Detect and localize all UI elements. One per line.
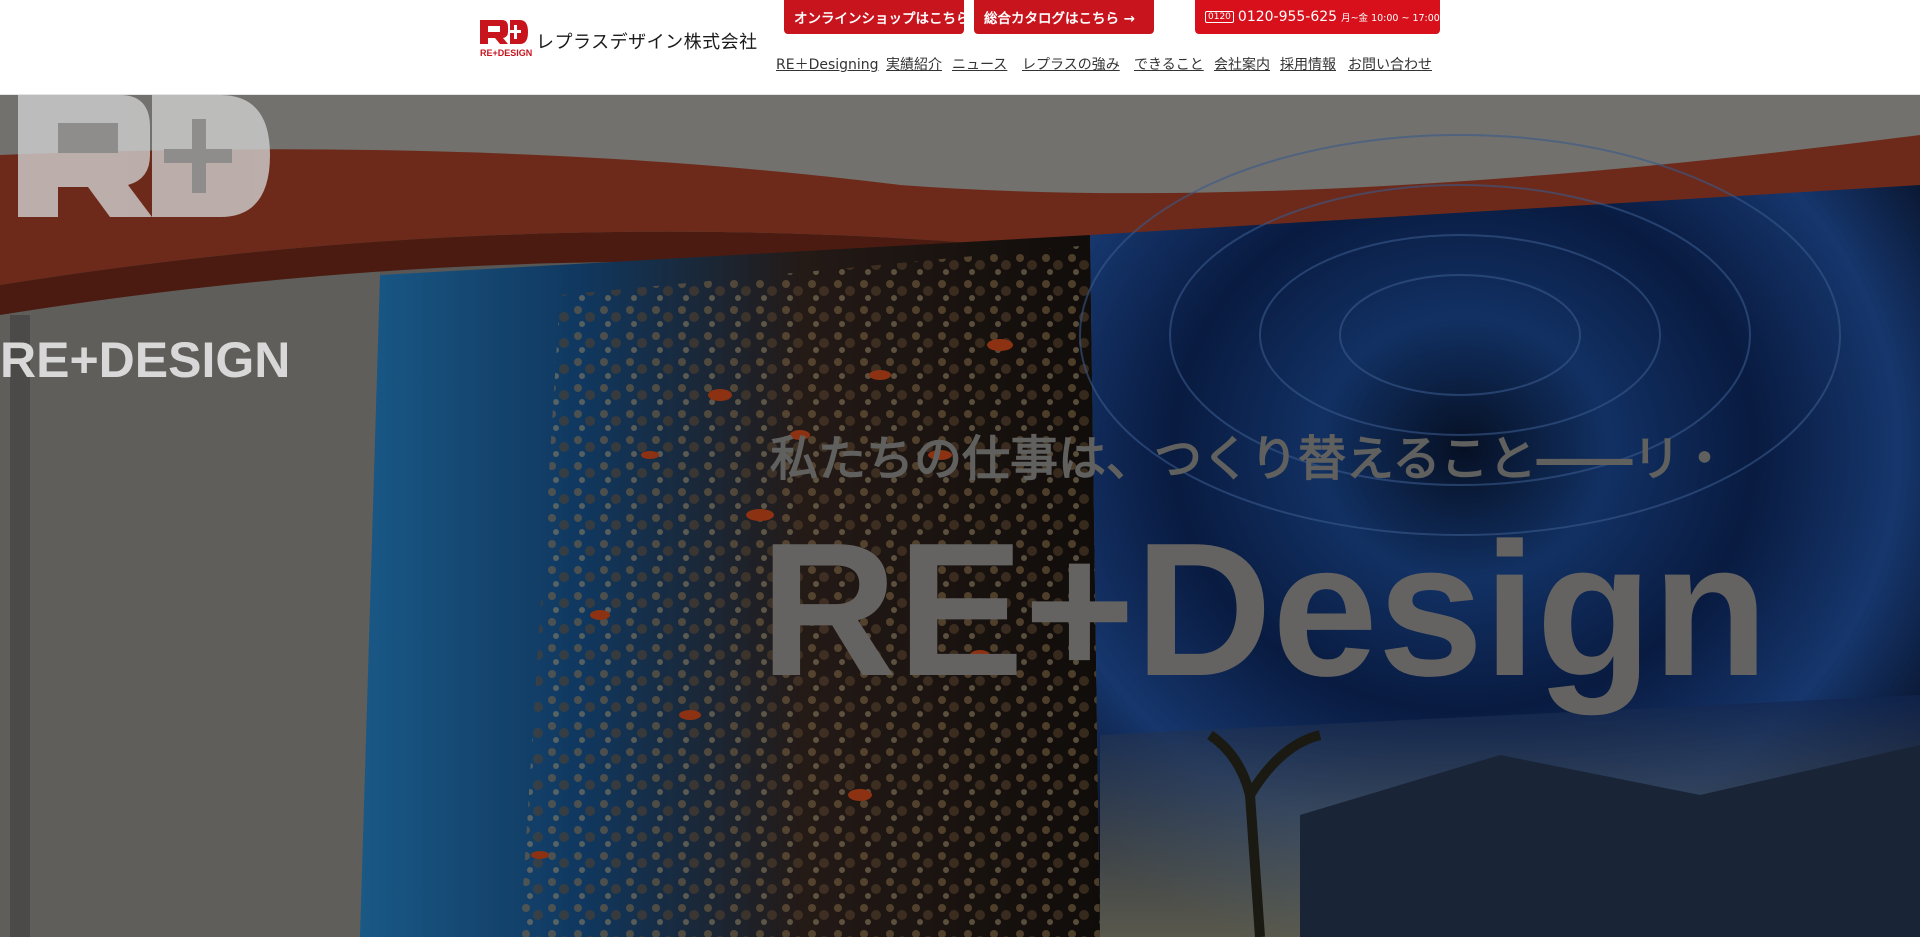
nav-news[interactable]: ニュース [952, 54, 1007, 74]
hero-logo-text: RE+DESIGN [0, 332, 290, 388]
nav-company[interactable]: 会社案内 [1214, 54, 1270, 74]
redesign-logo-mark: RE+DESIGN [480, 20, 532, 58]
nav-contact[interactable]: お問い合わせ [1348, 54, 1432, 74]
phone-contact[interactable]: 0120 0120-955-625 月~金 10:00 ~ 17:00 [1195, 0, 1440, 34]
hero-section: 私たちの仕事は、つくり替えること――リ・ RE+Design RE+DESIGN [0, 95, 1920, 937]
online-shop-button[interactable]: オンラインショップはこちら→ [784, 0, 981, 34]
company-name: レプラスデザイン株式会社 [536, 32, 758, 53]
hero-logo: RE+DESIGN [0, 95, 290, 388]
logo-text: RE+DESIGN [480, 48, 532, 58]
site-header: RE+DESIGN レプラスデザイン株式会社 オンラインショップはこちら→ 総合… [0, 0, 1920, 95]
nav-redesigning[interactable]: RE＋Designing [776, 54, 879, 74]
nav-works[interactable]: 実績紹介 [886, 54, 942, 74]
catalog-button[interactable]: 総合カタログはこちら → [974, 0, 1154, 34]
site-logo[interactable]: RE+DESIGN レプラスデザイン株式会社 [480, 20, 757, 60]
nav-strengths[interactable]: レプラスの強み [1022, 54, 1120, 74]
nav-recruit[interactable]: 採用情報 [1280, 54, 1336, 74]
nav-capabilities[interactable]: できること [1134, 54, 1204, 74]
free-dial-icon: 0120 [1205, 11, 1234, 23]
phone-hours: 月~金 10:00 ~ 17:00 [1341, 13, 1440, 24]
phone-number: 0120-955-625 [1237, 9, 1338, 25]
